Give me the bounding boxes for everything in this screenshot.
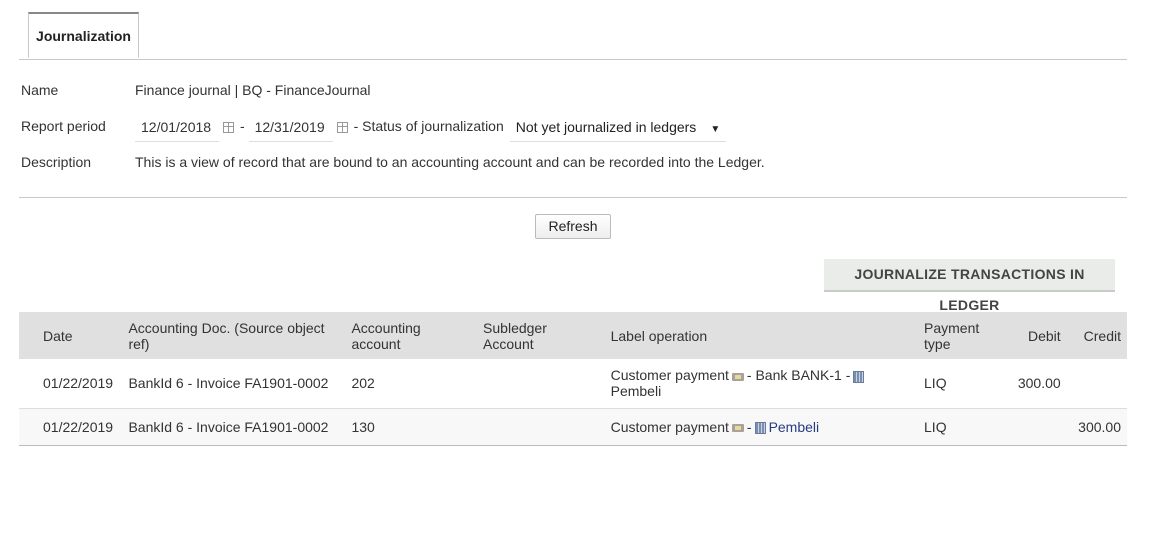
tab-journalization[interactable]: Journalization xyxy=(28,12,139,58)
report-period-row: Report period 12/01/2018 - 12/31/2019 - St… xyxy=(21,110,1121,146)
header-debit[interactable]: Debit xyxy=(998,312,1066,359)
divider xyxy=(19,197,1127,198)
table-header-row: Date Accounting Doc. (Source object ref)… xyxy=(19,312,1127,359)
date-separator: - xyxy=(240,118,245,134)
journal-info: Name Finance journal | BQ - FinanceJourn… xyxy=(21,74,1121,182)
description-value: This is a view of record that are bound … xyxy=(135,154,765,170)
report-period-controls: 12/01/2018 - 12/31/2019 - Status of journa… xyxy=(135,110,727,142)
header-label-operation[interactable]: Label operation xyxy=(605,312,918,359)
refresh-button[interactable]: Refresh xyxy=(535,214,611,239)
journalize-button[interactable]: JOURNALIZE TRANSACTIONS IN LEDGER xyxy=(824,259,1115,313)
date-from-input[interactable]: 12/01/2018 xyxy=(135,113,219,142)
table-row: 01/22/2019 BankId 6 - Invoice FA1901-000… xyxy=(19,359,1127,408)
header-credit[interactable]: Credit xyxy=(1067,312,1127,359)
date-to-input[interactable]: 12/31/2019 xyxy=(248,113,333,142)
status-label: - Status of journalization xyxy=(353,118,504,134)
report-period-label: Report period xyxy=(21,118,106,134)
status-select-value: Not yet journalized in ledgers xyxy=(515,118,697,135)
transactions-table: Date Accounting Doc. (Source object ref)… xyxy=(19,312,1127,446)
label-text: Customer payment xyxy=(610,418,729,435)
caret-down-icon: ▼ xyxy=(710,123,721,135)
tab-bar: Journalization xyxy=(19,0,1127,60)
bank-icon[interactable] xyxy=(731,423,744,432)
cell-debit: 300.00 xyxy=(1017,375,1061,392)
cell-accounting-doc[interactable]: BankId 6 - Invoice FA1901-0002 xyxy=(122,359,345,408)
cell-label-operation: Customer payment - Pembeli xyxy=(605,408,918,445)
label-sep-text: - xyxy=(746,418,752,435)
cell-accounting-doc[interactable]: BankId 6 - Invoice FA1901-0002 xyxy=(122,408,345,445)
description-row: Description This is a view of record tha… xyxy=(21,146,1121,182)
cell-date: 01/22/2019 xyxy=(43,418,114,435)
company-link[interactable]: Pembeli xyxy=(769,419,820,435)
cell-subledger-account xyxy=(477,408,605,445)
label-bank-text: - Bank BANK-1 - xyxy=(746,367,851,384)
cell-debit xyxy=(998,408,1066,445)
cell-label-operation: Customer payment - Bank BANK-1 - Pembeli xyxy=(605,359,918,408)
company-name: Pembeli xyxy=(610,383,662,400)
table-row: 01/22/2019 BankId 6 - Invoice FA1901-000… xyxy=(19,408,1127,445)
cell-accounting-account: 130 xyxy=(351,418,375,435)
header-accounting-doc[interactable]: Accounting Doc. (Source object ref) xyxy=(122,312,345,359)
label-text: Customer payment xyxy=(610,367,729,384)
cell-credit: 300.00 xyxy=(1078,418,1121,435)
header-payment-type[interactable]: Payment type xyxy=(918,312,998,359)
cell-date: 01/22/2019 xyxy=(43,375,114,392)
cell-accounting-account: 202 xyxy=(351,375,375,392)
name-label: Name xyxy=(21,82,59,98)
header-date[interactable]: Date xyxy=(19,312,122,359)
status-select[interactable]: Not yet journalized in ledgers ▼ xyxy=(509,113,727,142)
header-accounting-account[interactable]: Accounting account xyxy=(345,312,477,359)
name-value: Finance journal | BQ - FinanceJournal xyxy=(135,82,371,98)
name-row: Name Finance journal | BQ - FinanceJourn… xyxy=(21,74,1121,110)
bank-icon[interactable] xyxy=(731,372,744,381)
cell-payment-type: LIQ xyxy=(924,375,947,392)
cell-subledger-account xyxy=(477,359,605,408)
cell-payment-type: LIQ xyxy=(924,418,947,435)
company-icon[interactable] xyxy=(853,370,865,383)
company-icon[interactable] xyxy=(754,421,766,434)
calendar-icon[interactable] xyxy=(336,121,348,133)
calendar-icon[interactable] xyxy=(223,121,234,133)
header-subledger-account[interactable]: Subledger Account xyxy=(477,312,605,359)
cell-credit xyxy=(1067,359,1127,408)
description-label: Description xyxy=(21,154,92,170)
